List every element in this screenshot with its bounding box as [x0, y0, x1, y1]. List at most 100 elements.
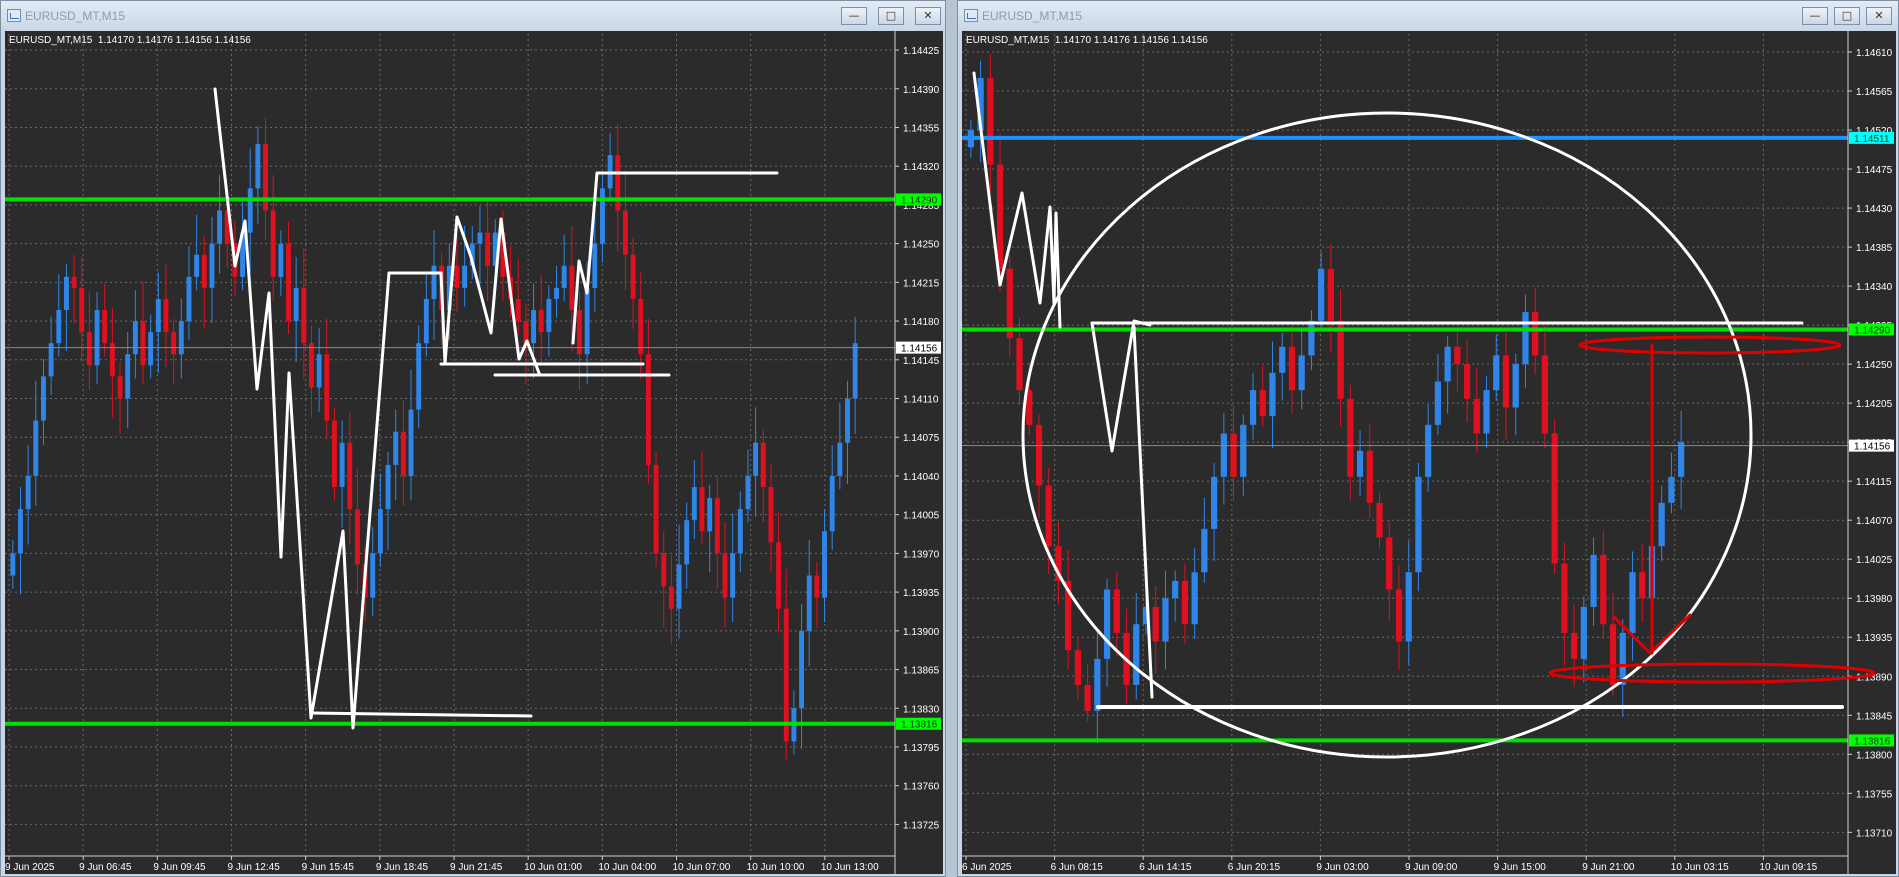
time-tick-label: 9 Jun 12:45 — [228, 862, 281, 873]
price-tags: 1.14290 1.14156 1.13816 — [896, 193, 941, 731]
time-tick-label: 9 Jun 21:45 — [450, 862, 503, 873]
price-chart[interactable]: 1.144251.143901.143551.143201.142851.142… — [5, 31, 943, 874]
candle-body — [1103, 589, 1111, 659]
price-chart[interactable]: 1.146101.145651.145201.144751.144301.143… — [962, 31, 1896, 874]
minimize-button[interactable]: — — [841, 7, 867, 25]
candle-body — [1580, 606, 1587, 659]
chart-window-right[interactable]: EURUSD_MT,M15 — □ ✕ 1.14610 1.14565 1.1452… — [957, 0, 1899, 877]
chart-window-icon — [964, 9, 978, 22]
window-divider — [946, 0, 957, 877]
chart-canvas[interactable]: 1.14425 1.14390 1.14355 1.14320 1.14285 1.142… — [5, 31, 943, 874]
candle-body — [1678, 442, 1685, 477]
candle-body — [140, 321, 146, 366]
close-button[interactable]: ✕ — [915, 7, 941, 25]
candle-body — [186, 276, 192, 322]
candle-body — [301, 287, 307, 344]
candle-body — [1220, 433, 1227, 477]
maximize-button[interactable]: □ — [878, 7, 904, 25]
candle-body — [48, 343, 54, 377]
price-tick-label: 1.13935 — [903, 588, 940, 599]
candle-body — [324, 354, 330, 421]
candle-body — [737, 509, 743, 554]
price-tick-label: 1.13845 — [1856, 711, 1893, 722]
candle-body — [354, 509, 360, 565]
candle-body — [783, 608, 789, 742]
red-target-ellipse — [1578, 335, 1842, 355]
candle-body — [485, 232, 491, 266]
candle-body — [1502, 355, 1510, 408]
candle-body — [753, 442, 759, 476]
price-tick-label: 1.13800 — [1856, 750, 1893, 761]
minimize-button[interactable]: — — [1802, 7, 1828, 25]
candle-body — [117, 376, 123, 399]
candle-body — [1337, 320, 1344, 399]
candle-body — [1201, 528, 1208, 573]
candle-body — [661, 553, 667, 587]
price-tick-label: 1.13755 — [1856, 789, 1893, 800]
candle-body — [309, 343, 314, 388]
candle-body — [668, 586, 674, 609]
candle-body — [561, 265, 567, 288]
chart-window-left[interactable]: EURUSD_MT,M15 — □ ✕ 1.14425 1.14390 1.1435… — [0, 0, 946, 877]
price-tick-label: 1.14320 — [903, 162, 940, 173]
candle-body — [684, 520, 690, 565]
time-tick-label: 9 Jun 2025 — [5, 862, 55, 873]
window-titlebar[interactable]: EURUSD_MT,M15 — □ ✕ — [1, 1, 945, 31]
candle-body — [1415, 476, 1422, 573]
candle-body — [1133, 624, 1140, 685]
candle-body — [400, 431, 406, 476]
price-tick-label: 1.14425 — [903, 46, 940, 57]
candle-body — [1152, 606, 1159, 642]
candle-body — [1600, 554, 1607, 625]
candle-body — [638, 298, 644, 355]
price-tick-label: 1.14205 — [1856, 399, 1893, 410]
price-tick-label: 1.14250 — [903, 240, 940, 251]
candle-body — [1191, 572, 1198, 625]
candle-body — [454, 265, 460, 288]
candle-body — [760, 442, 766, 488]
price-tag-label: 1.14156 — [901, 344, 938, 355]
candle-body — [41, 376, 46, 421]
candle-body — [423, 298, 429, 344]
time-tick-label: 6 Jun 08:15 — [1051, 862, 1104, 873]
candle-body — [845, 398, 850, 443]
candle-body — [714, 498, 720, 554]
candle-body — [996, 164, 1004, 269]
time-tick-label: 9 Jun 09:00 — [1405, 862, 1458, 873]
candle-body — [1522, 312, 1529, 365]
time-tick-label: 9 Jun 15:45 — [302, 862, 355, 873]
candle-body — [1084, 684, 1091, 711]
maximize-button[interactable]: □ — [1834, 7, 1860, 25]
close-button[interactable]: ✕ — [1866, 7, 1892, 25]
candle-body — [33, 420, 39, 476]
candle-body — [201, 254, 207, 288]
candle-body — [125, 354, 131, 399]
window-titlebar[interactable]: EURUSD_MT,M15 — □ ✕ — [958, 1, 1898, 31]
candle-body — [1318, 268, 1325, 321]
maximize-icon: □ — [885, 9, 897, 22]
candle-body — [1045, 485, 1052, 547]
price-tick-label: 1.14145 — [903, 356, 940, 367]
candle-body — [163, 298, 169, 333]
close-icon: ✕ — [1874, 9, 1884, 22]
chart-canvas[interactable]: 1.14610 1.14565 1.14520 1.14475 1.14430 1.143… — [962, 31, 1896, 874]
candle-body — [1269, 372, 1276, 417]
candle-body — [615, 155, 621, 211]
candle-body — [1230, 433, 1237, 477]
candle-body — [1658, 502, 1665, 547]
candle-body — [699, 487, 705, 532]
candle-body — [806, 575, 812, 631]
price-tick-label: 1.13710 — [1856, 828, 1893, 839]
candle-body — [10, 553, 16, 576]
candle-body — [1366, 450, 1373, 503]
price-tick-label: 1.14040 — [903, 472, 940, 483]
candle-body — [79, 287, 85, 333]
time-tick-label: 9 Jun 06:45 — [79, 862, 132, 873]
candle-body — [102, 310, 108, 344]
candle-body — [1356, 450, 1364, 477]
price-tick-label: 1.14385 — [1856, 243, 1893, 254]
candle-body — [278, 243, 284, 277]
candle-body — [217, 210, 223, 244]
candle-body — [645, 354, 651, 465]
time-tick-label: 10 Jun 04:00 — [598, 862, 656, 873]
